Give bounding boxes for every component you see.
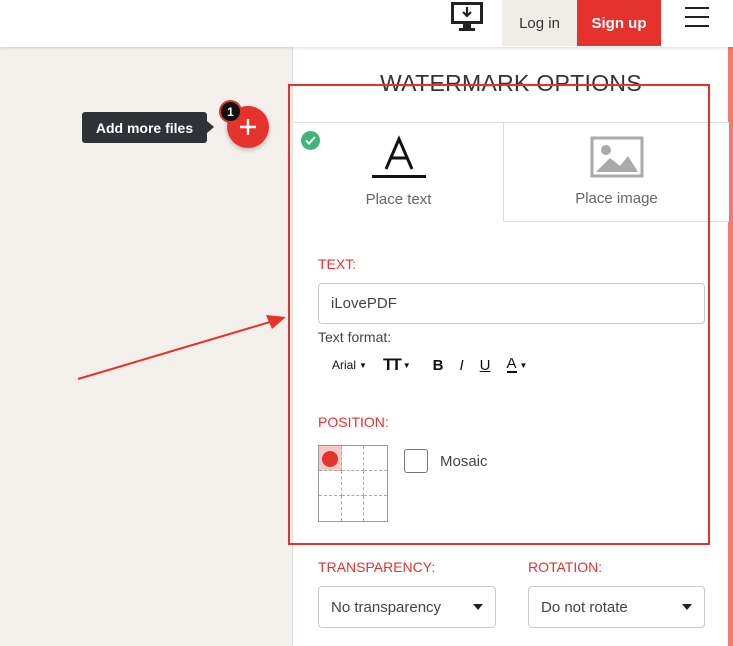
position-middle-right[interactable] [364,471,387,496]
font-size-select[interactable]: TT ▼ [383,355,411,375]
mosaic-label: Mosaic [440,453,488,470]
chevron-down-icon [473,604,483,610]
desktop-download-button[interactable] [448,0,486,34]
image-icon [590,136,643,178]
position-middle-left[interactable] [319,471,342,496]
text-format-toolbar: Arial ▼ TT ▼ B I U A ▼ [318,352,543,378]
panel-title: WATERMARK OPTIONS [380,70,642,96]
position-top-left[interactable] [319,446,342,471]
font-size-icon: TT [382,355,402,374]
chevron-down-icon [682,604,692,610]
hamburger-menu-icon[interactable] [682,5,712,29]
position-bottom-center[interactable] [342,496,365,521]
font-family-value: Arial [332,358,357,372]
plus-icon [240,119,256,135]
position-bottom-left[interactable] [319,496,342,521]
italic-icon: I [459,356,464,374]
position-top-right[interactable] [364,446,387,471]
text-section-label: TEXT: [318,256,357,272]
text-a-icon [371,135,426,178]
file-count-badge: 1 [219,100,242,123]
italic-button[interactable]: I [459,357,463,374]
transparency-select[interactable]: No transparency [318,586,496,628]
rotation-select[interactable]: Do not rotate [528,586,705,628]
desktop-download-icon [451,2,483,31]
font-color-icon: A [506,355,517,373]
signup-button[interactable]: Sign up [577,0,661,46]
text-format-label: Text format: [318,329,392,345]
tab-place-image-label: Place image [575,190,658,207]
font-family-select[interactable]: Arial ▼ [332,358,367,372]
tab-place-image[interactable]: Place image [503,122,729,222]
position-top-center[interactable] [341,446,365,471]
tab-place-text-label: Place text [365,191,432,208]
rotation-value: Do not rotate [541,598,628,616]
top-header: Log in Sign up [0,0,733,47]
font-color-select[interactable]: A ▼ [506,355,527,373]
tab-place-text[interactable]: Place text [294,122,503,222]
underline-button[interactable]: U [480,357,491,374]
position-middle-center[interactable] [341,471,365,496]
underline-icon: U [479,356,491,374]
rotation-label: ROTATION: [528,559,603,575]
bold-icon: B [432,356,444,374]
watermark-text-input[interactable]: iLovePDF [318,283,705,324]
position-section-label: POSITION: [318,414,389,430]
position-grid [318,445,388,522]
add-more-files-tooltip: Add more files [82,112,214,143]
login-button[interactable]: Log in [502,0,577,46]
bold-button[interactable]: B [433,357,444,374]
transparency-value: No transparency [331,598,442,616]
transparency-label: TRANSPARENCY: [318,559,436,575]
position-bottom-right[interactable] [364,496,387,521]
check-icon [301,131,320,150]
mosaic-checkbox[interactable] [404,449,428,473]
